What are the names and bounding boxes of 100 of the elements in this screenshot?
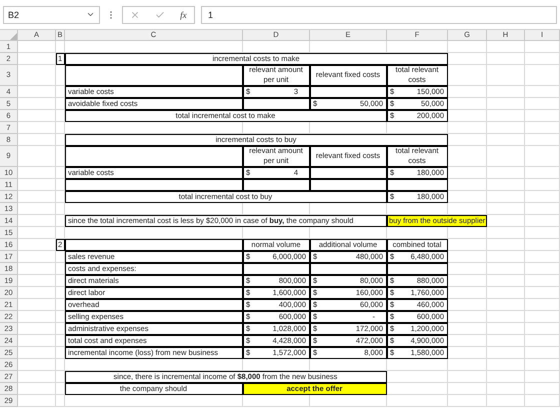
grid-cell [487, 65, 525, 86]
grid-cell [487, 215, 525, 227]
grid-cell [18, 227, 56, 239]
formula-field[interactable]: 1 [201, 6, 557, 24]
grid-cell [56, 122, 65, 134]
grid-cell [525, 122, 560, 134]
insert-function-button[interactable]: fx [180, 10, 187, 20]
name-box[interactable]: B2 [3, 6, 100, 24]
grid-cell [18, 146, 56, 167]
grid-cell [525, 287, 560, 299]
grid-cell [525, 311, 560, 323]
grid-cell [487, 98, 525, 110]
grid-cell [525, 395, 560, 407]
grid-cell [525, 146, 560, 167]
grid-cell [448, 335, 487, 347]
grid-cell [448, 146, 487, 167]
cancel-icon[interactable] [130, 10, 140, 20]
grid-cell [525, 110, 560, 122]
grid-cell [487, 179, 525, 191]
grid-cell [448, 263, 487, 275]
grid-cell [525, 263, 560, 275]
grid-cell [18, 41, 56, 53]
grid-cell [525, 239, 560, 251]
grid-cell [487, 287, 525, 299]
grid-cell [487, 359, 525, 371]
grid-cell [525, 86, 560, 98]
grid-cell [387, 371, 448, 383]
grid-cell [487, 53, 525, 65]
grid-cell [525, 371, 560, 383]
grid-cell [18, 275, 56, 287]
grid-cell [448, 41, 487, 53]
grid-cell [448, 299, 487, 311]
grid-cell [487, 227, 525, 239]
grid-cell [387, 359, 448, 371]
grid-cell [487, 203, 525, 215]
grid-cell [448, 53, 487, 65]
grid-cell [18, 98, 56, 110]
grid-cell [448, 179, 487, 191]
grid-cell [448, 227, 487, 239]
grid-cell [525, 299, 560, 311]
grid-cell [525, 347, 560, 359]
grid-cell [487, 86, 525, 98]
grid-cell [487, 347, 525, 359]
grid-cell [448, 239, 487, 251]
grid-cell [448, 86, 487, 98]
grid-cell [448, 383, 487, 395]
grid-cell [448, 347, 487, 359]
grid-cell [487, 323, 525, 335]
grid-cell [56, 203, 65, 215]
grid-cell [448, 275, 487, 287]
grid-cell [18, 383, 56, 395]
grid-cell [18, 191, 56, 203]
grid-cell [18, 134, 56, 146]
grid-cell [487, 335, 525, 347]
grid-cell [525, 203, 560, 215]
grid-cell [487, 122, 525, 134]
grid-cell [18, 335, 56, 347]
grid-cell [525, 227, 560, 239]
grid-cell [487, 383, 525, 395]
grid-cell [387, 383, 448, 395]
grid-cell [448, 323, 487, 335]
grid-cell [525, 359, 560, 371]
grid-cell [448, 287, 487, 299]
grid-cell [18, 122, 56, 134]
grid-cell [525, 383, 560, 395]
grid-cell [18, 203, 56, 215]
grid-cell [525, 335, 560, 347]
check-icon[interactable] [155, 10, 166, 20]
grid-cell [487, 275, 525, 287]
grid-cell [18, 359, 56, 371]
grid-cell [525, 323, 560, 335]
grid-cell [525, 41, 560, 53]
grid-cell [525, 53, 560, 65]
grid-cell [18, 179, 56, 191]
grid-cell [487, 395, 525, 407]
grid-cell [525, 98, 560, 110]
grid-cell [448, 395, 487, 407]
grid-cell [525, 191, 560, 203]
grid-cell [448, 134, 487, 146]
grid-cell [487, 263, 525, 275]
grid-cell [448, 371, 487, 383]
grid-cell [487, 251, 525, 263]
grid-cell [448, 311, 487, 323]
grid-cell [487, 191, 525, 203]
grid-cell [18, 263, 56, 275]
grid-cell [56, 395, 65, 407]
grid-cell [487, 239, 525, 251]
grid-cell [525, 275, 560, 287]
grid-cell [448, 359, 487, 371]
grid-cell [525, 251, 560, 263]
grid-cell [487, 299, 525, 311]
grid-cell [487, 167, 525, 179]
grid-cell [18, 167, 56, 179]
grid-cell [448, 122, 487, 134]
grid-cell [18, 110, 56, 122]
grid-cell [18, 215, 56, 227]
grid-cell [18, 86, 56, 98]
grid-cell [448, 251, 487, 263]
grid-cell [18, 299, 56, 311]
grid-cell [487, 146, 525, 167]
